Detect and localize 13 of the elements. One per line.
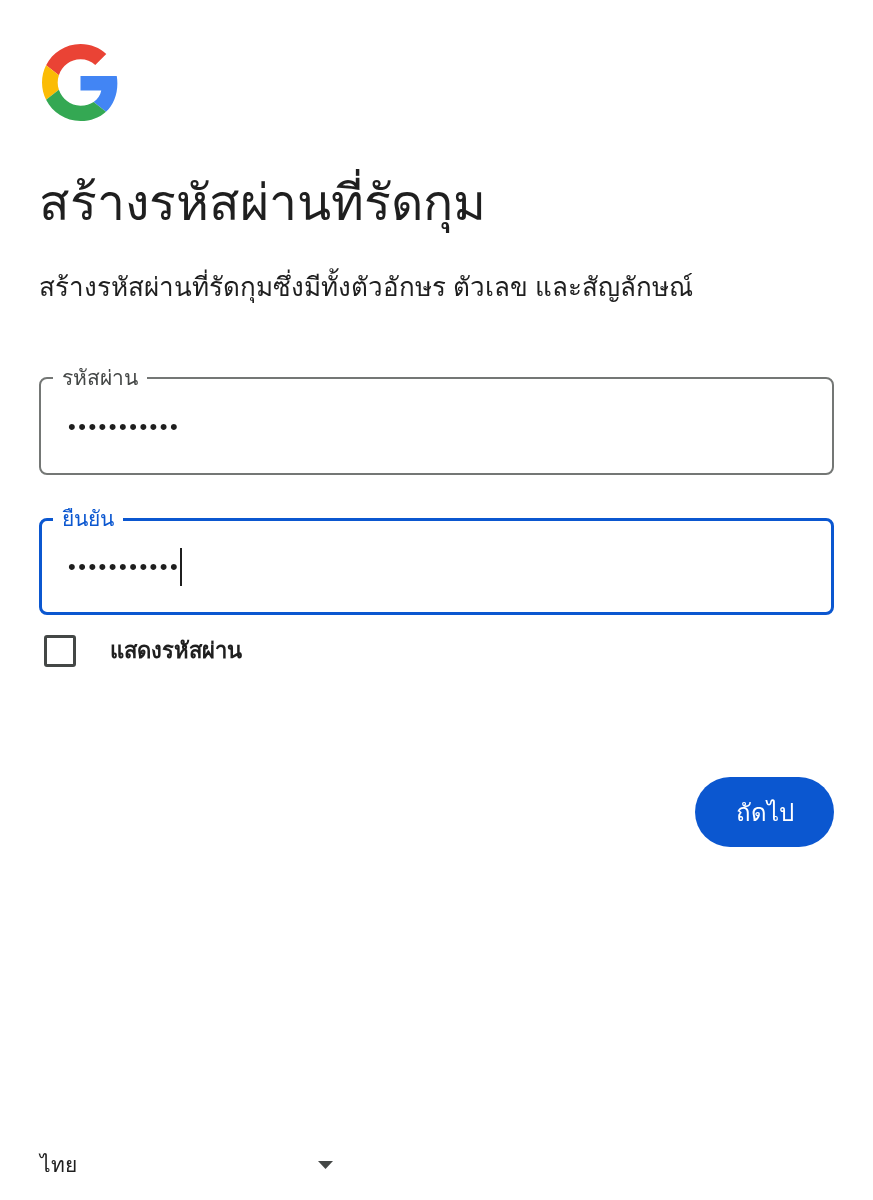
field-label: รหัสผ่าน bbox=[61, 366, 139, 390]
g-logo-icon bbox=[42, 44, 119, 121]
caret-icon bbox=[318, 1161, 333, 1169]
field-label: ยืนยัน bbox=[61, 507, 115, 531]
text-cursor-icon bbox=[180, 547, 183, 586]
show-password-checkbox[interactable] bbox=[44, 635, 76, 667]
language-selector[interactable]: ไทย bbox=[39, 1148, 333, 1182]
password-field[interactable]: ยืนยัน ••••••••••• bbox=[39, 507, 834, 615]
masked-password-text: ••••••••••• bbox=[68, 552, 181, 581]
next-button[interactable]: ถัดไป bbox=[695, 777, 834, 847]
checkbox-label: แสดงรหัสผ่าน bbox=[110, 637, 242, 665]
masked-password-text: ••••••••••• bbox=[68, 412, 181, 441]
password-field[interactable]: รหัสผ่าน ••••••••••• bbox=[39, 366, 834, 475]
